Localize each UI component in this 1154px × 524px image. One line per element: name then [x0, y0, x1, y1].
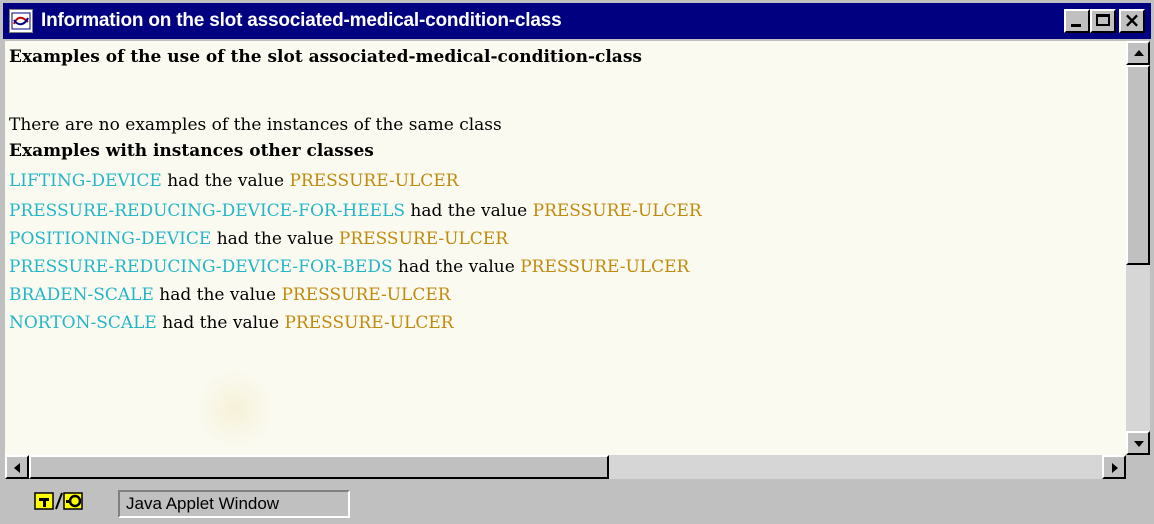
- connector-text: had the value: [398, 257, 515, 277]
- vertical-scrollbar[interactable]: [1126, 41, 1150, 455]
- window-title: Information on the slot associated-medic…: [41, 10, 562, 31]
- connector-text: had the value: [159, 285, 277, 305]
- example-line: PRESSURE-REDUCING-DEVICE-FOR-BEDS had th…: [9, 257, 689, 277]
- status-label: Java Applet Window: [118, 490, 350, 518]
- slot-link[interactable]: PRESSURE-REDUCING-DEVICE-FOR-BEDS: [9, 257, 393, 277]
- value-link[interactable]: PRESSURE-ULCER: [284, 313, 453, 333]
- example-line: BRADEN-SCALE had the value PRESSURE-ULCE…: [9, 285, 451, 305]
- minimize-icon: [1071, 24, 1081, 27]
- example-line: LIFTING-DEVICE had the value PRESSURE-UL…: [9, 171, 459, 191]
- arrow-down-icon: [1134, 441, 1144, 447]
- vertical-scroll-thumb[interactable]: [1126, 65, 1150, 265]
- slot-link[interactable]: NORTON-SCALE: [9, 313, 157, 333]
- examples-heading: Examples of the use of the slot associat…: [9, 47, 642, 67]
- app-window-icon[interactable]: [9, 9, 33, 33]
- scroll-left-button[interactable]: [5, 455, 29, 479]
- maximize-button[interactable]: [1090, 9, 1116, 33]
- connector-text: had the value: [410, 201, 528, 221]
- close-icon: ×: [1123, 8, 1141, 32]
- arrow-left-icon: [14, 463, 20, 473]
- connector-text: had the value: [162, 313, 280, 333]
- close-button[interactable]: ×: [1119, 8, 1145, 33]
- status-bar: Java Applet Window: [0, 482, 1154, 524]
- maximize-icon: [1096, 14, 1110, 26]
- connector-text: had the value: [167, 171, 285, 191]
- slot-link[interactable]: LIFTING-DEVICE: [9, 171, 162, 191]
- arrow-right-icon: [1112, 463, 1118, 473]
- minimize-button[interactable]: [1064, 9, 1090, 33]
- slot-link[interactable]: BRADEN-SCALE: [9, 285, 154, 305]
- value-link[interactable]: PRESSURE-ULCER: [533, 201, 702, 221]
- scroll-down-button[interactable]: [1126, 431, 1150, 455]
- applet-window: Information on the slot associated-medic…: [0, 0, 1154, 524]
- example-line: POSITIONING-DEVICE had the value PRESSUR…: [9, 229, 508, 249]
- horizontal-scroll-thumb[interactable]: [29, 455, 609, 479]
- example-line: NORTON-SCALE had the value PRESSURE-ULCE…: [9, 313, 454, 333]
- arrow-up-icon: [1134, 50, 1144, 56]
- horizontal-scrollbar[interactable]: [5, 455, 1126, 479]
- value-link[interactable]: PRESSURE-ULCER: [289, 171, 458, 191]
- value-link[interactable]: PRESSURE-ULCER: [281, 285, 450, 305]
- no-same-class-text: There are no examples of the instances o…: [9, 115, 502, 135]
- slot-link[interactable]: PRESSURE-REDUCING-DEVICE-FOR-HEELS: [9, 201, 405, 221]
- scroll-right-button[interactable]: [1102, 455, 1126, 479]
- background-glow: [195, 369, 275, 449]
- java-key-icon: [34, 490, 92, 512]
- info-text-area[interactable]: Examples of the use of the slot associat…: [5, 41, 1126, 455]
- value-link[interactable]: PRESSURE-ULCER: [520, 257, 689, 277]
- value-link[interactable]: PRESSURE-ULCER: [339, 229, 508, 249]
- title-bar[interactable]: Information on the slot associated-medic…: [3, 3, 1151, 39]
- other-classes-heading: Examples with instances other classes: [9, 141, 374, 161]
- slot-link[interactable]: POSITIONING-DEVICE: [9, 229, 211, 249]
- connector-text: had the value: [216, 229, 334, 249]
- scroll-up-button[interactable]: [1126, 41, 1150, 65]
- scrollbar-corner: [1126, 455, 1150, 479]
- example-line: PRESSURE-REDUCING-DEVICE-FOR-HEELS had t…: [9, 201, 702, 221]
